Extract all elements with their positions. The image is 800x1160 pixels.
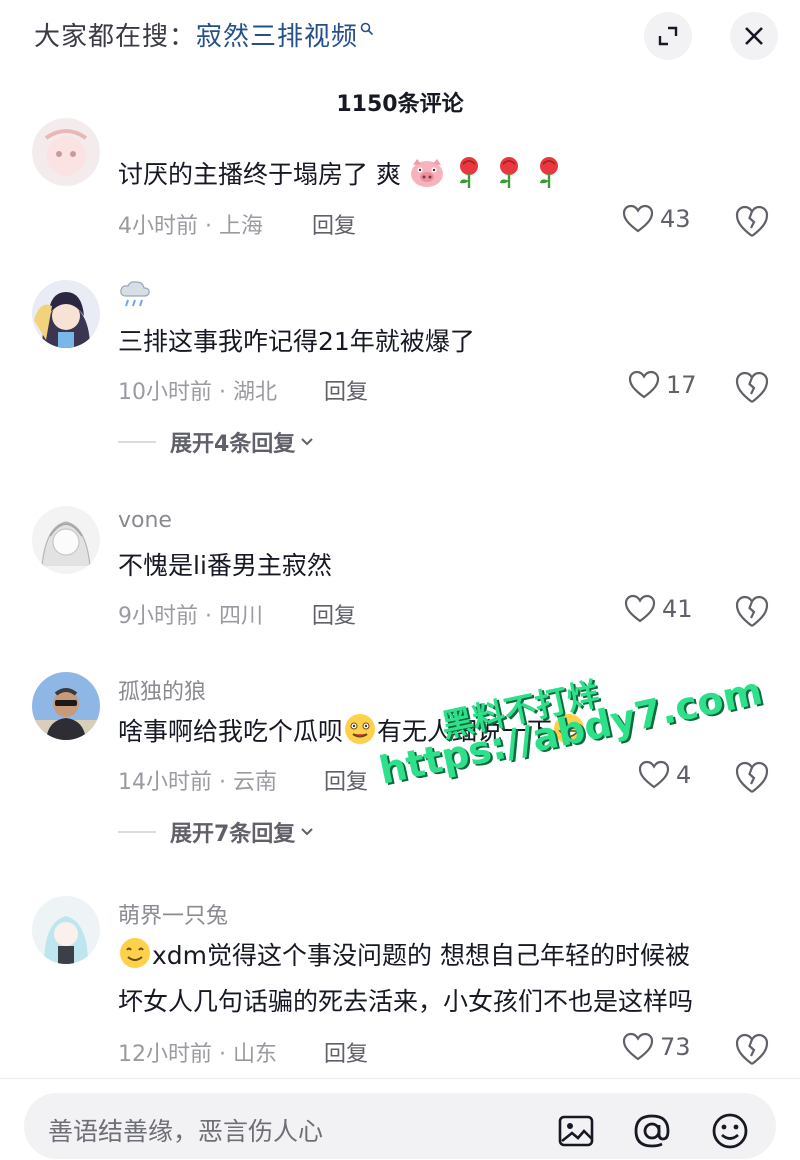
heart-icon [628, 370, 660, 399]
like-button[interactable]: 4 [638, 760, 691, 790]
comment-meta: 10小时前 · 湖北 [118, 380, 277, 405]
like-count: 73 [660, 1033, 691, 1061]
comment-text: 三排这事我咋记得21年就被爆了 [118, 327, 475, 356]
avatar[interactable] [32, 506, 100, 574]
reply-button[interactable]: 回复 [324, 374, 368, 406]
nickname[interactable]: 孤独的狼 [118, 674, 206, 706]
reply-button[interactable]: 回复 [324, 764, 368, 796]
close-button[interactable] [730, 12, 778, 60]
avatar[interactable] [32, 672, 100, 740]
search-prefix: 大家都在搜： [34, 22, 197, 52]
rain-cloud-icon [120, 281, 150, 307]
comment-text: 讨厌的主播终于塌房了 爽 [118, 155, 565, 195]
comment-text-line: 坏女人几句话骗的死去活来，小女孩们不也是这样吗 [118, 987, 694, 1016]
expand-replies-button[interactable]: 展开7条回复 [118, 816, 315, 848]
rose-emoji-icon [539, 157, 558, 188]
comment-meta: 9小时前 · 四川 [118, 604, 263, 629]
like-button[interactable]: 73 [622, 1032, 691, 1062]
avatar[interactable] [32, 896, 100, 964]
divider [118, 831, 156, 833]
nickname[interactable]: 萌界一只兔 [118, 898, 228, 930]
close-icon [745, 27, 763, 45]
nickname[interactable]: vone [118, 508, 172, 533]
like-button[interactable]: 43 [622, 204, 691, 234]
expand-replies-button[interactable]: 展开4条回复 [118, 426, 315, 458]
heart-icon [622, 204, 654, 233]
comment-meta: 4小时前 · 上海 [118, 214, 263, 239]
search-suggestion[interactable]: 大家都在搜： 寂然三排视频 [34, 16, 374, 53]
comment-input-bar: 善语结善缘，恶言伤人心 [0, 1078, 800, 1160]
like-button[interactable]: 17 [628, 370, 697, 400]
divider [118, 441, 156, 443]
broken-heart-icon[interactable] [734, 204, 770, 240]
chevron-down-icon [301, 828, 314, 836]
reply-button[interactable]: 回复 [324, 1036, 368, 1068]
broken-heart-icon[interactable] [734, 594, 770, 630]
expand-button[interactable] [644, 12, 692, 60]
pig-face-emoji-icon [410, 159, 443, 187]
search-query[interactable]: 寂然三排视频 [196, 16, 358, 53]
comment-meta: 12小时前 · 山东 [118, 1042, 277, 1067]
smiling-face-emoji-icon [120, 938, 150, 968]
at-icon[interactable] [632, 1111, 672, 1151]
heart-icon [638, 760, 670, 789]
like-button[interactable]: 41 [624, 594, 693, 624]
search-icon [360, 22, 374, 35]
comment-input-placeholder: 善语结善缘，恶言伤人心 [48, 1117, 324, 1146]
avatar[interactable] [32, 280, 100, 348]
reply-button[interactable]: 回复 [312, 598, 356, 630]
comment-text-line: xdm觉得这个事没问题的 想想自己年轻的时候被 [118, 936, 690, 976]
comment-text: 不愧是li番男主寂然 [118, 551, 332, 580]
broken-heart-icon[interactable] [734, 370, 770, 406]
grinning-face-emoji-icon [554, 714, 585, 744]
comment-input[interactable]: 善语结善缘，恶言伤人心 [24, 1093, 776, 1159]
heart-icon [624, 594, 656, 623]
comment-count-title: 1150条评论 [336, 92, 464, 117]
broken-heart-icon[interactable] [734, 760, 770, 796]
image-icon[interactable] [556, 1111, 596, 1151]
like-count: 43 [660, 205, 691, 233]
expand-replies-label: 展开7条回复 [170, 822, 296, 847]
comment-meta: 14小时前 · 云南 [118, 770, 277, 795]
rose-emoji-icon [459, 157, 478, 188]
expand-icon [658, 26, 678, 46]
like-count: 4 [676, 761, 692, 789]
like-count: 17 [666, 371, 697, 399]
chevron-down-icon [301, 438, 314, 446]
like-count: 41 [662, 595, 693, 623]
emoji-icon[interactable] [710, 1111, 750, 1151]
drooling-face-emoji-icon [345, 714, 376, 744]
broken-heart-icon[interactable] [734, 1032, 770, 1068]
top-bar: 大家都在搜： 寂然三排视频 [0, 0, 800, 70]
comment-text: 啥事啊给我吃个瓜呗 有无人细说一下 [118, 712, 586, 752]
reply-button[interactable]: 回复 [312, 208, 356, 240]
expand-replies-label: 展开4条回复 [170, 432, 296, 457]
avatar[interactable] [32, 118, 100, 186]
heart-icon [622, 1032, 654, 1061]
rose-emoji-icon [499, 157, 518, 188]
